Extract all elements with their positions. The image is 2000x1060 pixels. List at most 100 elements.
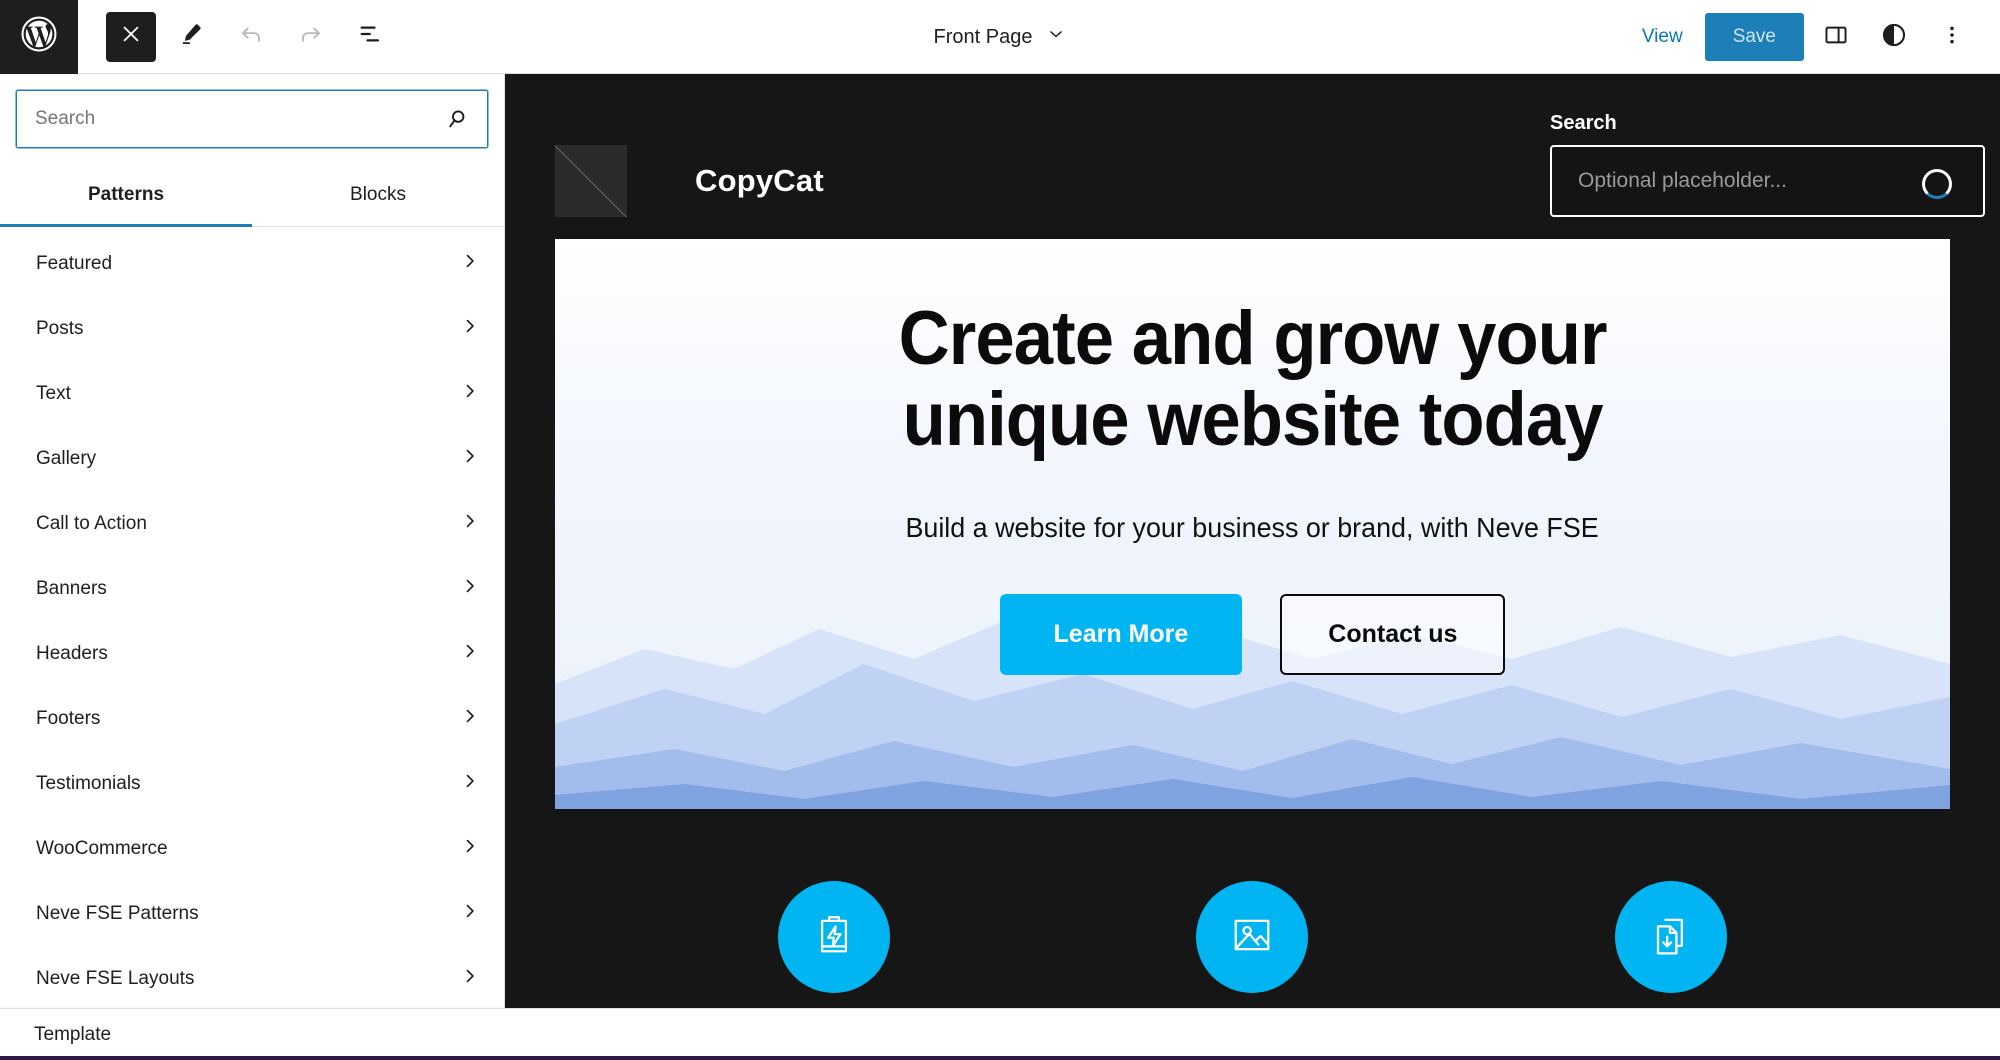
feature-icon-battery[interactable] (778, 881, 891, 993)
undo-arrow-icon (238, 21, 264, 52)
search-input[interactable] (17, 108, 445, 130)
chevron-right-icon (460, 706, 480, 732)
loading-spinner-icon (1922, 169, 1952, 199)
hero-heading-line-2: unique website today (902, 376, 1603, 462)
image-photo-icon (1226, 909, 1278, 966)
category-label: Neve FSE Patterns (36, 902, 199, 924)
learn-more-button[interactable]: Learn More (999, 594, 1243, 676)
hero-heading: Create and grow your unique website toda… (898, 296, 1608, 462)
search-magnifier-icon (445, 107, 487, 131)
category-item-headers[interactable]: Headers (0, 621, 504, 686)
undo-button[interactable] (226, 12, 276, 62)
chevron-right-icon (460, 381, 480, 407)
close-x-icon (120, 23, 142, 50)
chevron-right-icon (460, 966, 480, 992)
toolbar-right-group: View Save (1626, 0, 1978, 74)
inserter-search-wrap (0, 74, 504, 148)
site-header-block[interactable]: CopyCat Search Optional placeholder... (505, 74, 2000, 239)
more-options-button[interactable] (1926, 11, 1978, 63)
editor-canvas[interactable]: CopyCat Search Optional placeholder... C… (505, 74, 2000, 1034)
chevron-down-icon (1046, 24, 1066, 50)
editor-status-bar: Template (0, 1008, 2000, 1060)
chevron-right-icon (460, 901, 480, 927)
chevron-right-icon (460, 446, 480, 472)
site-search-input[interactable]: Optional placeholder... (1550, 145, 1985, 217)
category-label: Headers (36, 642, 108, 664)
chevron-right-icon (460, 251, 480, 277)
bottom-accent-strip (0, 1056, 2000, 1060)
editor-toolbar: Front Page View Save (0, 0, 2000, 74)
tab-patterns[interactable]: Patterns (0, 166, 252, 227)
features-row (505, 809, 2000, 993)
view-link[interactable]: View (1626, 18, 1699, 56)
category-item-testimonials[interactable]: Testimonials (0, 751, 504, 816)
site-logo-placeholder-icon[interactable] (555, 145, 627, 217)
redo-arrow-icon (298, 21, 324, 52)
chevron-right-icon (460, 641, 480, 667)
styles-button[interactable] (1868, 11, 1920, 63)
pencil-edit-icon (178, 21, 204, 52)
chevron-right-icon (460, 836, 480, 862)
feature-icon-documents[interactable] (1614, 881, 1727, 993)
status-bar-label: Template (34, 1023, 112, 1045)
document-title-button[interactable]: Front Page (922, 18, 1079, 56)
chevron-right-icon (460, 316, 480, 342)
edit-mode-button[interactable] (166, 12, 216, 62)
hero-subheading: Build a website for your business or bra… (905, 512, 1600, 544)
feature-icon-image[interactable] (1196, 881, 1309, 993)
toolbar-left-group (78, 11, 396, 62)
category-item-featured[interactable]: Featured (0, 231, 504, 296)
category-label: Banners (36, 577, 107, 599)
inserter-search-box[interactable] (16, 90, 488, 148)
battery-charging-icon (808, 909, 860, 966)
contact-us-button[interactable]: Contact us (1280, 594, 1506, 676)
category-label: Neve FSE Layouts (36, 967, 195, 989)
site-title: CopyCat (695, 163, 824, 198)
close-inserter-button[interactable] (106, 11, 156, 62)
category-item-neve-fse-layouts[interactable]: Neve FSE Layouts (0, 946, 504, 1011)
category-label: Footers (36, 707, 101, 729)
category-item-gallery[interactable]: Gallery (0, 426, 504, 491)
redo-button[interactable] (286, 12, 336, 62)
documents-download-icon (1645, 909, 1697, 966)
category-item-banners[interactable]: Banners (0, 556, 504, 621)
category-label: Gallery (36, 447, 97, 469)
pattern-category-list: Featured Posts Text Gallery Call to Acti… (0, 227, 504, 1034)
list-view-button[interactable] (346, 12, 396, 62)
chevron-right-icon (460, 511, 480, 537)
block-inserter-panel: Patterns Blocks Featured Posts Text Gall… (0, 74, 505, 1034)
settings-sidebar-toggle-button[interactable] (1810, 11, 1862, 63)
document-outline-icon (357, 20, 385, 53)
wordpress-icon (20, 15, 58, 58)
document-title-label: Front Page (933, 25, 1033, 48)
contrast-half-circle-icon (1880, 21, 1908, 54)
category-item-neve-fse-patterns[interactable]: Neve FSE Patterns (0, 881, 504, 946)
chevron-right-icon (460, 576, 480, 602)
category-item-text[interactable]: Text (0, 361, 504, 426)
tab-blocks-label: Blocks (350, 184, 406, 205)
category-label: Testimonials (36, 772, 141, 794)
site-branding[interactable]: CopyCat (555, 145, 824, 239)
category-label: Call to Action (36, 512, 147, 534)
hero-button-group: Learn More Contact us (999, 594, 1506, 676)
category-item-woocommerce[interactable]: WooCommerce (0, 816, 504, 881)
hero-heading-line-1: Create and grow your (898, 296, 1608, 381)
category-item-posts[interactable]: Posts (0, 296, 504, 361)
more-vertical-dots-icon (1940, 23, 1964, 52)
category-label: Posts (36, 317, 84, 339)
inserter-tabs: Patterns Blocks (0, 166, 504, 227)
chevron-right-icon (460, 771, 480, 797)
save-button[interactable]: Save (1704, 13, 1804, 61)
category-item-footers[interactable]: Footers (0, 686, 504, 751)
panel-right-icon (1823, 22, 1849, 53)
category-label: Featured (36, 252, 113, 274)
hero-cover-block[interactable]: Create and grow your unique website toda… (555, 239, 1950, 809)
tab-blocks[interactable]: Blocks (252, 166, 504, 226)
site-search-label: Search (1550, 112, 1617, 134)
category-label: Text (36, 382, 71, 404)
site-search-block[interactable]: Search Optional placeholder... (1550, 112, 2000, 217)
category-item-call-to-action[interactable]: Call to Action (0, 491, 504, 556)
wordpress-logo-button[interactable] (0, 0, 78, 74)
tab-patterns-label: Patterns (87, 184, 165, 205)
category-label: WooCommerce (36, 837, 168, 859)
